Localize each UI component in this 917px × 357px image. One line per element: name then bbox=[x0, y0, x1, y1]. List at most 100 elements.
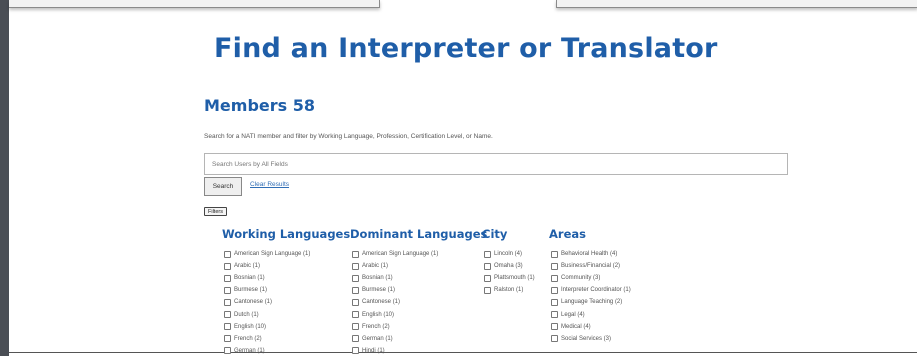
filter-option[interactable]: Behavioral Health (4) bbox=[551, 248, 631, 260]
filter-checkbox[interactable] bbox=[551, 311, 558, 319]
column-heading: Areas bbox=[549, 227, 586, 241]
page-title: Find an Interpreter or Translator bbox=[214, 33, 718, 64]
filter-option-label: Arabic (1) bbox=[234, 263, 261, 270]
filter-option-label: Bosnian (1) bbox=[234, 275, 265, 282]
filter-option-label: English (10) bbox=[234, 323, 267, 330]
filter-option[interactable]: Cantonese (1) bbox=[352, 296, 487, 308]
filter-option[interactable]: Cantonese (1) bbox=[224, 296, 350, 308]
filter-option-label: French (2) bbox=[362, 323, 390, 330]
filter-checkbox[interactable] bbox=[224, 286, 231, 294]
filter-list: Behavioral Health (4) Business/Financial … bbox=[549, 248, 631, 345]
filter-option-label: Ralston (1) bbox=[494, 287, 524, 294]
filter-option-label: American Sign Language (1) bbox=[234, 251, 311, 258]
filter-option[interactable]: Social Services (3) bbox=[551, 333, 631, 345]
filter-option[interactable]: Burmese (1) bbox=[224, 284, 350, 296]
filter-option[interactable]: Language Teaching (2) bbox=[551, 296, 631, 308]
filter-option-label: Interpreter Coordinator (1) bbox=[561, 287, 631, 294]
filter-checkbox[interactable] bbox=[551, 286, 558, 294]
filter-option[interactable]: French (2) bbox=[352, 321, 487, 333]
filter-column-working-languages: Working Languages American Sign Language… bbox=[222, 227, 350, 357]
filter-checkbox[interactable] bbox=[352, 347, 359, 355]
filter-checkbox[interactable] bbox=[484, 286, 491, 294]
filter-option[interactable]: French (2) bbox=[224, 333, 350, 345]
filter-option[interactable]: Plattsmouth (1) bbox=[484, 272, 535, 284]
filter-checkbox[interactable] bbox=[224, 347, 231, 355]
filter-option-label: Dutch (1) bbox=[234, 311, 259, 318]
filter-option-label: American Sign Language (1) bbox=[362, 251, 439, 258]
filter-option[interactable]: Bosnian (1) bbox=[224, 272, 350, 284]
filter-checkbox[interactable] bbox=[484, 274, 491, 282]
top-panel-right bbox=[556, 0, 917, 8]
filter-option-label: Omaha (3) bbox=[494, 263, 523, 270]
filter-list: Lincoln (4) Omaha (3) Plattsmouth (1) Ralst… bbox=[482, 248, 535, 296]
filter-checkbox[interactable] bbox=[551, 323, 558, 331]
filter-option[interactable]: Community (3) bbox=[551, 272, 631, 284]
filter-checkbox[interactable] bbox=[551, 335, 558, 343]
filter-option[interactable]: Lincoln (4) bbox=[484, 248, 535, 260]
filter-checkbox[interactable] bbox=[224, 298, 231, 306]
filter-checkbox[interactable] bbox=[224, 311, 231, 319]
search-input[interactable] bbox=[204, 153, 788, 175]
filter-checkbox[interactable] bbox=[352, 311, 359, 319]
filter-checkbox[interactable] bbox=[352, 335, 359, 343]
filter-checkbox[interactable] bbox=[352, 298, 359, 306]
filter-checkbox[interactable] bbox=[551, 262, 558, 270]
filter-option[interactable]: German (1) bbox=[224, 345, 350, 357]
filter-option[interactable]: English (10) bbox=[352, 308, 487, 320]
filter-option[interactable]: Interpreter Coordinator (1) bbox=[551, 284, 631, 296]
filter-option[interactable]: American Sign Language (1) bbox=[224, 248, 350, 260]
filter-column-dominant-languages: Dominant Languages American Sign Languag… bbox=[350, 227, 487, 357]
filter-checkbox[interactable] bbox=[352, 262, 359, 270]
filter-option[interactable]: German (1) bbox=[352, 333, 487, 345]
search-description: Search for a NATI member and filter by W… bbox=[204, 133, 493, 140]
filter-checkbox[interactable] bbox=[352, 274, 359, 282]
filter-option[interactable]: Omaha (3) bbox=[484, 260, 535, 272]
filter-option-label: Bosnian (1) bbox=[362, 275, 393, 282]
left-sidebar-edge bbox=[0, 0, 9, 356]
filter-option-label: Language Teaching (2) bbox=[561, 299, 623, 306]
filter-checkbox[interactable] bbox=[352, 323, 359, 331]
filter-option-label: English (10) bbox=[362, 311, 395, 318]
filter-column-areas: Areas Behavioral Health (4) Business/Fina… bbox=[549, 227, 631, 345]
filter-option-label: French (2) bbox=[234, 335, 262, 342]
filter-checkbox[interactable] bbox=[224, 262, 231, 270]
filter-checkbox[interactable] bbox=[352, 286, 359, 294]
filter-option[interactable]: Medical (4) bbox=[551, 321, 631, 333]
filter-checkbox[interactable] bbox=[484, 262, 491, 270]
filter-checkbox[interactable] bbox=[551, 274, 558, 282]
filter-option-label: Social Services (3) bbox=[561, 335, 612, 342]
filter-checkbox[interactable] bbox=[224, 274, 231, 282]
filter-list: American Sign Language (1) Arabic (1) Bosn… bbox=[350, 248, 487, 357]
filter-checkbox[interactable] bbox=[224, 335, 231, 343]
filter-option[interactable]: Arabic (1) bbox=[352, 260, 487, 272]
filter-column-city: City Lincoln (4) Omaha (3) Plattsmouth (1)… bbox=[482, 227, 535, 296]
filter-option[interactable]: American Sign Language (1) bbox=[352, 248, 487, 260]
filter-option-label: Business/Financial (2) bbox=[561, 263, 621, 270]
clear-results-link[interactable]: Clear Results bbox=[250, 181, 289, 188]
search-button[interactable]: Search bbox=[204, 177, 242, 196]
filter-checkbox[interactable] bbox=[352, 250, 359, 258]
filter-checkbox[interactable] bbox=[484, 250, 491, 258]
filter-checkbox[interactable] bbox=[551, 250, 558, 258]
filter-option-label: Medical (4) bbox=[561, 323, 591, 330]
column-heading: Working Languages bbox=[222, 227, 351, 241]
filter-checkbox[interactable] bbox=[551, 298, 558, 306]
filter-checkbox[interactable] bbox=[224, 323, 231, 331]
filter-option-label: Cantonese (1) bbox=[362, 299, 401, 306]
filter-option[interactable]: Legal (4) bbox=[551, 308, 631, 320]
filter-option-label: Burmese (1) bbox=[362, 287, 396, 294]
filters-button[interactable]: Filters bbox=[204, 207, 227, 216]
filter-option[interactable]: Dutch (1) bbox=[224, 308, 350, 320]
filter-checkbox[interactable] bbox=[224, 250, 231, 258]
filter-option[interactable]: Arabic (1) bbox=[224, 260, 350, 272]
filter-option-label: German (1) bbox=[234, 347, 265, 354]
filter-option-label: Arabic (1) bbox=[362, 263, 389, 270]
filter-option-label: Cantonese (1) bbox=[234, 299, 273, 306]
filter-option[interactable]: English (10) bbox=[224, 321, 350, 333]
filter-option[interactable]: Ralston (1) bbox=[484, 284, 535, 296]
filter-option[interactable]: Business/Financial (2) bbox=[551, 260, 631, 272]
filter-option[interactable]: Bosnian (1) bbox=[352, 272, 487, 284]
filter-option-label: Community (3) bbox=[561, 275, 601, 282]
filter-option[interactable]: Hindi (1) bbox=[352, 345, 487, 357]
filter-option[interactable]: Burmese (1) bbox=[352, 284, 487, 296]
